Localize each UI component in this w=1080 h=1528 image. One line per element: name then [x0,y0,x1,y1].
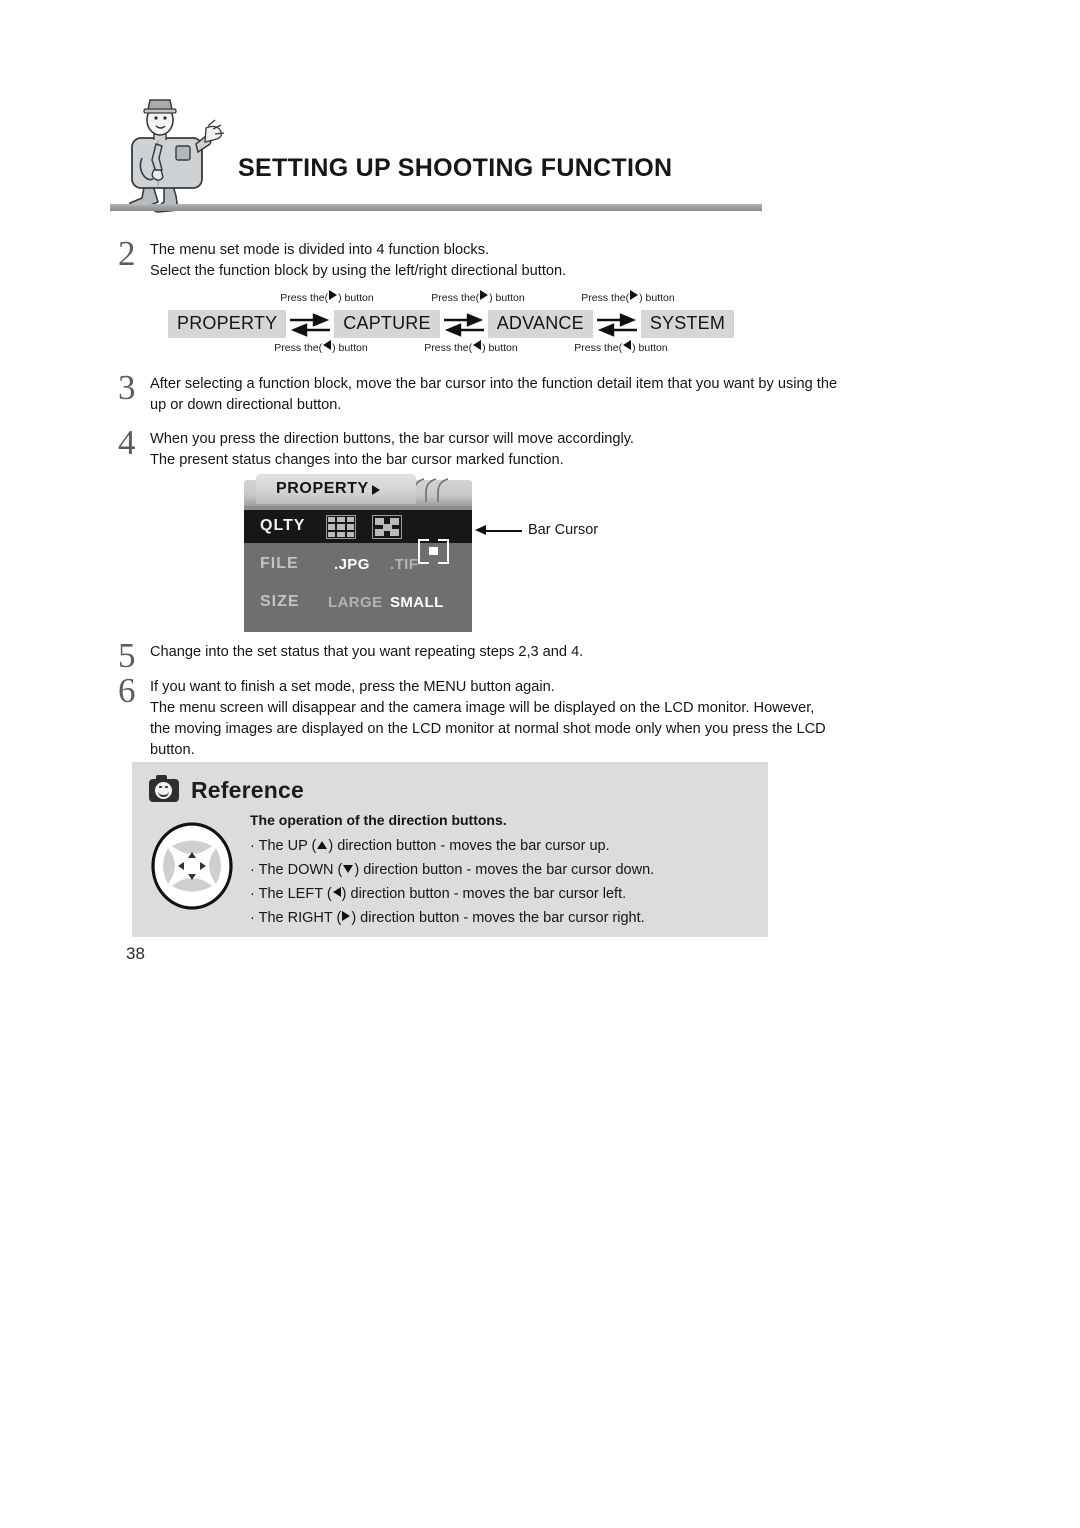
lcd-row-label: SIZE [260,593,300,610]
exchange-arrow-icon [440,311,488,337]
step-text: Change into the set status that you want… [150,642,583,663]
step-number: 4 [118,423,136,462]
lcd-row-file[interactable]: FILE .JPG .TIF [244,548,472,581]
item-prefix: · The LEFT ( [250,886,332,902]
right-arrow-icon [480,290,489,300]
step-line: up or down directional button. [150,397,342,413]
quality-fine-checker-icon[interactable] [372,515,402,539]
step-text: When you press the direction buttons, th… [150,429,634,471]
step-line: button. [150,742,195,758]
lcd-menu-body: QLTY FILE .JPG .TIF SIZE LARGE SMALL [244,510,472,632]
title-divider [110,204,762,211]
exchange-arrow-icon [286,311,334,337]
step-line: The menu screen will disappear and the c… [150,700,815,716]
arrow-caption-bottom: Press the() button [424,340,518,354]
step-line: the moving images are displayed on the L… [150,721,826,737]
step-text: The menu set mode is divided into 4 func… [150,240,566,282]
item-prefix: · The RIGHT ( [250,910,342,926]
reference-box: Reference The operation of the direction… [132,762,768,937]
block-system[interactable]: SYSTEM [640,310,735,338]
lcd-tab-bar: PROPERTY [244,474,472,506]
list-item: · The DOWN ( ) direction button - moves t… [250,858,755,882]
item-suffix: ) direction button - moves the bar curso… [354,862,655,878]
block-row: PROPERTY CAPTURE ADVANCE SYSTEM [168,310,735,338]
right-arrow-icon [342,911,351,921]
reference-title: Reference [191,776,305,803]
camera-smiley-icon [149,774,179,802]
down-arrow-icon [343,865,354,873]
lcd-tab-fan-icons [413,478,449,502]
callout-label: Bar Cursor [528,522,599,538]
item-suffix: ) direction button - moves the bar curso… [328,838,610,854]
manual-page: SETTING UP SHOOTING FUNCTION 2 The menu … [0,0,1080,1528]
arrow-caption-bottom: Press the() button [574,340,668,354]
arrow-caption-top: Press the() button [581,290,675,304]
lcd-option-jpg[interactable]: .JPG [334,556,370,573]
step-number: 2 [118,234,136,273]
chevron-right-icon [372,485,380,495]
list-item: · The UP ( ) direction button - moves the… [250,834,755,858]
block-advance[interactable]: ADVANCE [487,310,593,338]
item-suffix: ) direction button - moves the bar curso… [341,886,627,902]
bar-cursor-callout: Bar Cursor [470,519,610,543]
exchange-arrow-icon [593,311,641,337]
step-text: After selecting a function block, move t… [150,374,837,416]
lcd-row-qlty[interactable]: QLTY [244,510,472,564]
block-property[interactable]: PROPERTY [168,310,287,338]
step-text: If you want to finish a set mode, press … [150,677,826,761]
camera-mascot-illustration [128,99,225,213]
step-line: Select the function block by using the l… [150,263,567,279]
page-header: SETTING UP SHOOTING FUNCTION [110,96,790,224]
left-arrow-icon [623,340,632,350]
right-arrow-icon [329,290,338,300]
item-suffix: ) direction button - moves the bar curso… [351,910,645,926]
page-title: SETTING UP SHOOTING FUNCTION [238,154,673,182]
lcd-menu-screenshot: PROPERTY QLTY FILE .JPG .TIF SIZE LARGE … [244,474,472,632]
step-number: 3 [118,368,136,407]
lcd-row-label: FILE [260,555,299,572]
lcd-option-large[interactable]: LARGE [328,594,383,611]
step-line: If you want to finish a set mode, press … [150,679,555,695]
direction-pad-icon [151,822,233,910]
left-arrow-icon [332,887,341,897]
item-prefix: · The DOWN ( [250,862,343,878]
function-block-diagram: Press the() button Press the() button Pr… [168,290,768,358]
step-line: The menu set mode is divided into 4 func… [150,242,490,258]
arrow-caption-bottom: Press the() button [274,340,368,354]
lcd-row-size[interactable]: SIZE LARGE SMALL [244,586,472,619]
arrow-caption-top: Press the() button [280,290,374,304]
step-number: 6 [118,671,136,710]
reference-header: Reference [149,774,304,806]
up-arrow-icon [317,841,328,849]
lcd-option-small[interactable]: SMALL [390,594,444,611]
list-item: · The LEFT ( ) direction button - moves t… [250,882,755,906]
item-prefix: · The UP ( [250,838,317,854]
arrow-caption-top: Press the() button [431,290,525,304]
list-item: · The RIGHT ( ) direction button - moves … [250,906,755,930]
callout-leader-line [486,530,522,532]
right-arrow-icon [630,290,639,300]
reference-list: · The UP ( ) direction button - moves the… [250,834,755,930]
left-arrow-icon [323,340,332,350]
left-arrow-icon [473,340,482,350]
step-line: After selecting a function block, move t… [150,376,838,392]
step-line: The present status changes into the bar … [150,452,564,468]
page-number: 38 [126,944,145,963]
step-line: Change into the set status that you want… [150,644,584,660]
lcd-option-tif[interactable]: .TIF [390,556,418,573]
callout-arrow-icon [475,525,486,535]
step-number: 5 [118,636,136,675]
lcd-tab-label: PROPERTY [276,480,369,497]
lcd-row-label: QLTY [260,517,306,534]
quality-super-fine-grid-icon[interactable] [326,515,356,539]
step-line: When you press the direction buttons, th… [150,431,634,447]
reference-subtitle: The operation of the direction buttons. [250,812,507,828]
block-capture[interactable]: CAPTURE [334,310,440,338]
